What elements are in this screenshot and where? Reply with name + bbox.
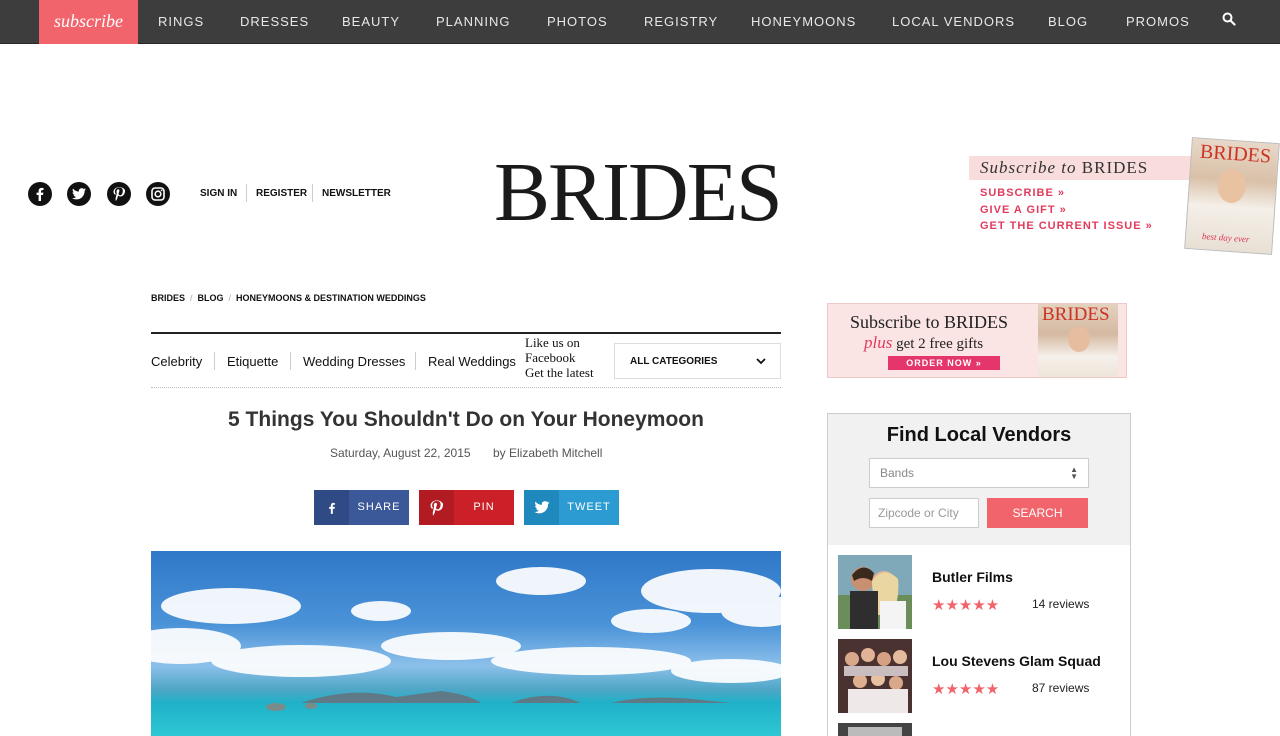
vendor-thumbnail[interactable] [838,723,912,736]
breadcrumb-item-blog[interactable]: BLOG [198,293,224,303]
fb-like-line: Get the latest [525,365,594,380]
sign-in-link[interactable]: SIGN IN [200,188,237,199]
breadcrumb-item-honeymoons[interactable]: HONEYMOONS & DESTINATION WEDDINGS [236,293,426,303]
cover-model [1216,168,1247,204]
ad-gifts-text: get 2 free gifts [892,336,984,352]
category-bar-border [151,332,781,334]
category-wedding-dresses[interactable]: Wedding Dresses [303,354,405,369]
breadcrumb-separator: / [190,293,193,303]
nav-item-dresses[interactable]: DRESSES [240,0,309,44]
promo-current-issue-link[interactable]: GET THE CURRENT ISSUE » [980,220,1153,232]
fb-like-line: Facebook [525,350,576,365]
ad-plus-text: plus [864,333,893,352]
top-navigation: subscribe RINGS DRESSES BEAUTY PLANNING … [0,0,1280,44]
promo-title: Subscribe to BRIDES [980,158,1148,178]
divider [246,184,247,202]
vendor-review-count[interactable]: 87 reviews [1032,681,1089,695]
nav-item-local-vendors[interactable]: LOCAL VENDORS [892,0,1015,44]
tweet-label: TWEET [567,501,611,513]
search-icon[interactable] [1222,12,1238,28]
all-categories-dropdown[interactable]: ALL CATEGORIES [614,343,781,379]
vendor-category-value: Bands [880,466,915,480]
divider [312,184,313,202]
category-bar-border [151,387,781,388]
vendor-name[interactable]: Butler Films [932,569,1013,585]
breadcrumb-item-brides[interactable]: BRIDES [151,293,185,303]
pinterest-icon [419,490,454,525]
ad-cover-logo: BRIDES [1042,304,1110,325]
fb-like-line: Like us on [525,335,580,350]
article-author[interactable]: by Elizabeth Mitchell [493,446,602,460]
twitter-icon[interactable] [67,182,91,206]
ad-headline-prefix: Subscribe to [850,312,944,332]
newsletter-link[interactable]: NEWSLETTER [322,188,391,199]
article-date: Saturday, August 22, 2015 [330,446,471,460]
nav-item-promos[interactable]: PROMOS [1126,0,1190,44]
vendor-review-count[interactable]: 14 reviews [1032,597,1089,611]
dropdown-value: ALL CATEGORIES [630,356,718,367]
nav-item-blog[interactable]: BLOG [1048,0,1088,44]
article-hero-image [151,551,781,736]
ad-headline-brand: BRIDES [944,312,1009,332]
instagram-icon[interactable] [146,182,170,206]
divider [290,352,291,370]
promo-title-prefix: Subscribe to [980,158,1082,177]
chevron-down-icon [756,344,766,380]
facebook-icon[interactable] [28,182,52,206]
breadcrumb-separator: / [228,293,232,303]
nav-item-photos[interactable]: PHOTOS [547,0,608,44]
divider [214,352,215,370]
promo-gift-link[interactable]: GIVE A GIFT » [980,204,1067,216]
order-now-button[interactable]: ORDER NOW » [888,356,1000,370]
select-arrows-icon: ▲ ▼ [1070,465,1078,481]
vendor-name[interactable]: Lou Stevens Glam Squad [932,653,1101,669]
promo-title-brand: BRIDES [1081,158,1149,177]
register-link[interactable]: REGISTER [256,188,307,199]
vendor-thumbnail[interactable] [838,639,912,713]
ad-headline: Subscribe to BRIDES [850,312,1008,333]
divider [415,352,416,370]
pinterest-pin-button[interactable]: PIN [419,490,514,525]
facebook-like-widget[interactable]: Like us on Facebook Get the latest [525,335,613,381]
subscribe-tab[interactable]: subscribe [39,0,138,44]
category-celebrity[interactable]: Celebrity [151,354,202,369]
site-logo[interactable]: BRIDES [494,148,786,238]
category-real-weddings[interactable]: Real Weddings [428,354,516,369]
nav-item-planning[interactable]: PLANNING [436,0,510,44]
pin-label: PIN [473,501,495,513]
vendor-rating-stars: ★★★★★ [932,597,1000,614]
facebook-share-button[interactable]: SHARE [314,490,409,525]
subscribe-ad[interactable]: Subscribe to BRIDES plus get 2 free gift… [827,303,1127,378]
nav-item-registry[interactable]: REGISTRY [644,0,718,44]
cover-tagline: best day ever [1201,231,1250,245]
share-label: SHARE [357,501,401,513]
twitter-icon [524,490,559,525]
nav-item-honeymoons[interactable]: HONEYMOONS [751,0,856,44]
article-title: 5 Things You Shouldn't Do on Your Honeym… [228,408,704,431]
pinterest-icon[interactable] [107,182,131,206]
category-etiquette[interactable]: Etiquette [227,354,278,369]
nav-item-rings[interactable]: RINGS [158,0,204,44]
promo-subscribe-link[interactable]: SUBSCRIBE » [980,187,1065,199]
zipcode-input[interactable] [869,498,979,528]
vendor-rating-stars: ★★★★★ [932,681,1000,698]
ad-subline: plus get 2 free gifts [864,333,983,353]
cover-logo-text: BRIDES [1199,140,1272,168]
twitter-tweet-button[interactable]: TWEET [524,490,619,525]
vendor-search-button[interactable]: SEARCH [987,498,1088,528]
magazine-cover-image[interactable]: BRIDES best day ever [1184,137,1280,255]
ad-cover-model [1068,326,1090,352]
nav-item-beauty[interactable]: BEAUTY [342,0,400,44]
breadcrumb: BRIDES / BLOG / HONEYMOONS & DESTINATION WED… [151,293,426,303]
vendor-thumbnail[interactable] [838,555,912,629]
vendors-title: Find Local Vendors [886,424,1072,446]
vendor-category-select[interactable]: Bands ▲ ▼ [869,458,1089,488]
facebook-icon [314,490,349,525]
ad-magazine-cover: BRIDES [1038,304,1118,377]
